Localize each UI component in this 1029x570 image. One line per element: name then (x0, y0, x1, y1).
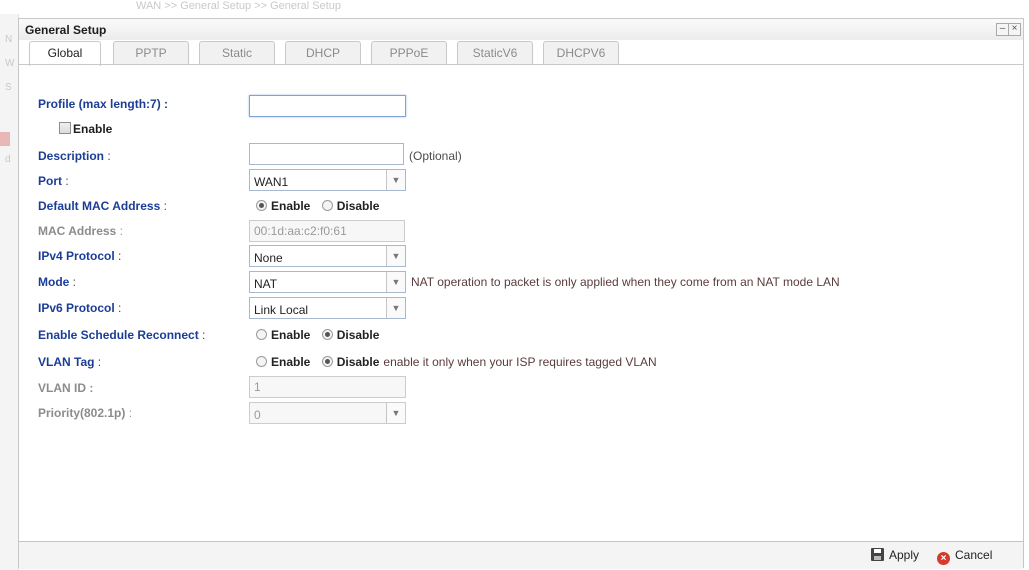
vlan-tag-label-sep: : (94, 355, 102, 369)
default-mac-label-text: Default MAC Address (38, 199, 161, 213)
default-mac-enable-radio[interactable] (256, 200, 267, 211)
priority-label-sep: : (125, 406, 133, 420)
close-button[interactable]: × (1008, 23, 1021, 36)
mac-address-label: MAC Address : (38, 224, 123, 238)
tab-divider (19, 64, 1023, 65)
tab-staticv6[interactable]: StaticV6 (457, 41, 533, 64)
chevron-down-icon: ▼ (386, 170, 405, 190)
schedule-reconnect-label-text: Enable Schedule Reconnect (38, 328, 199, 342)
schedule-reconnect-enable-label: Enable (271, 328, 311, 342)
description-label-sep: : (104, 149, 111, 163)
port-select-value: WAN1 (254, 175, 289, 189)
tab-dhcpv6[interactable]: DHCPV6 (543, 41, 619, 64)
background-breadcrumb: WAN >> General Setup >> General Setup (136, 0, 342, 12)
tab-pppoe[interactable]: PPPoE (371, 41, 447, 64)
default-mac-disable-label: Disable (336, 199, 380, 213)
dialog-titlebar: General Setup – × (19, 19, 1023, 40)
ipv4-protocol-select[interactable]: None ▼ (249, 245, 406, 267)
enable-label: Enable (73, 122, 113, 136)
cancel-button[interactable]: × Cancel (937, 548, 992, 565)
default-mac-label: Default MAC Address : (38, 199, 167, 213)
priority-select: 0 ▼ (249, 402, 406, 424)
ipv4-protocol-label-text: IPv4 Protocol (38, 249, 115, 263)
ipv4-protocol-select-value: None (254, 251, 283, 265)
save-icon (871, 548, 884, 561)
vlan-id-input (249, 376, 406, 398)
mode-select[interactable]: NAT ▼ (249, 271, 406, 293)
mode-select-value: NAT (254, 277, 278, 291)
mode-label: Mode : (38, 275, 76, 289)
ipv6-protocol-label: IPv6 Protocol : (38, 301, 121, 315)
vlan-tag-note: enable it only when your ISP requires ta… (383, 355, 657, 369)
mode-label-text: Mode (38, 275, 70, 289)
tab-dhcp[interactable]: DHCP (285, 41, 361, 64)
default-mac-radio-group: Enable Disable (256, 199, 387, 213)
mode-note: NAT operation to packet is only applied … (411, 275, 840, 289)
general-setup-dialog: General Setup – × Global PPTP Static DHC… (18, 18, 1024, 569)
vlan-tag-disable-radio[interactable] (321, 356, 333, 367)
apply-label: Apply (889, 548, 920, 562)
description-input[interactable] (249, 143, 404, 165)
schedule-reconnect-radio-group: Enable Disable (256, 328, 387, 342)
port-label-sep: : (62, 174, 69, 188)
vlan-tag-enable-radio[interactable] (256, 356, 267, 367)
schedule-reconnect-label-sep: : (198, 328, 206, 342)
port-label: Port : (38, 174, 69, 188)
chevron-down-icon: ▼ (386, 272, 405, 292)
vlan-tag-enable-label: Enable (271, 355, 311, 369)
enable-checkbox[interactable] (59, 122, 71, 134)
ipv6-protocol-select[interactable]: Link Local ▼ (249, 297, 406, 319)
description-optional-note: (Optional) (409, 149, 462, 163)
port-select[interactable]: WAN1 ▼ (249, 169, 406, 191)
schedule-reconnect-enable-radio[interactable] (256, 329, 267, 340)
description-label-text: Description (38, 149, 105, 163)
profile-label: Profile (max length:7) : (38, 97, 169, 111)
dialog-title: General Setup (25, 23, 107, 37)
ipv6-protocol-label-text: IPv6 Protocol (38, 301, 115, 315)
mac-address-label-sep: : (116, 224, 123, 238)
ipv6-protocol-label-sep: : (114, 301, 122, 315)
dialog-footer: Apply × Cancel (19, 541, 1023, 569)
vlan-tag-radio-group: Enable Disable enable it only when your I… (256, 355, 657, 369)
background-highlight (0, 132, 10, 146)
ipv6-protocol-select-value: Link Local (254, 303, 309, 317)
schedule-reconnect-disable-radio[interactable] (321, 329, 333, 340)
default-mac-label-sep: : (160, 199, 167, 213)
profile-input[interactable] (249, 95, 406, 117)
apply-button[interactable]: Apply (871, 548, 919, 562)
ipv4-protocol-label: IPv4 Protocol : (38, 249, 121, 263)
tab-global[interactable]: Global (29, 41, 101, 66)
schedule-reconnect-disable-label: Disable (336, 328, 380, 342)
chevron-down-icon: ▼ (386, 298, 405, 318)
ipv4-protocol-label-sep: : (114, 249, 122, 263)
mac-address-input (249, 220, 405, 242)
default-mac-disable-radio[interactable] (321, 200, 333, 211)
vlan-tag-label: VLAN Tag : (38, 355, 101, 369)
priority-label-text: Priority(802.1p) (38, 406, 126, 420)
default-mac-enable-label: Enable (271, 199, 311, 213)
schedule-reconnect-label: Enable Schedule Reconnect : (38, 328, 205, 342)
priority-label: Priority(802.1p) : (38, 406, 132, 420)
chevron-down-icon: ▼ (386, 246, 405, 266)
priority-select-value: 0 (254, 408, 261, 422)
port-label-text: Port (38, 174, 62, 188)
cancel-icon: × (937, 552, 950, 565)
tab-pptp[interactable]: PPTP (113, 41, 189, 64)
background-sidebar: N W S d (0, 14, 19, 570)
chevron-down-icon: ▼ (386, 403, 405, 423)
tab-static[interactable]: Static (199, 41, 275, 64)
mac-address-label-text: MAC Address (38, 224, 117, 238)
cancel-label: Cancel (955, 548, 993, 562)
description-label: Description : (38, 149, 111, 163)
mode-label-sep: : (69, 275, 77, 289)
vlan-id-label: VLAN ID : (38, 381, 94, 395)
vlan-tag-label-text: VLAN Tag (38, 355, 95, 369)
vlan-tag-disable-label: Disable (336, 355, 380, 369)
